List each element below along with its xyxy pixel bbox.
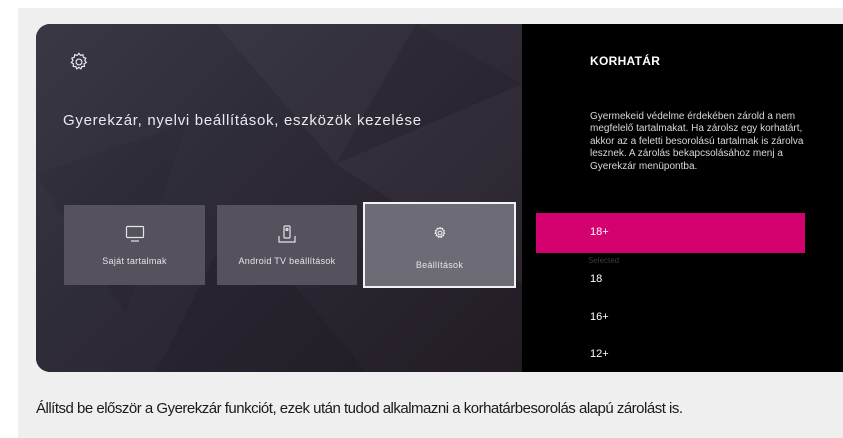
option-label: 18 (590, 273, 603, 285)
android-tv-remote-icon (276, 225, 298, 250)
tv-screen: Gyerekzár, nyelvi beállítások, eszközök … (36, 24, 843, 372)
card-label: Android TV beállítások (238, 256, 336, 266)
option-label: 16+ (590, 311, 609, 323)
side-panel: KORHATÁR Gyermekeid védelme érdekében zá… (522, 24, 843, 372)
card-sajat-tartalmak[interactable]: Saját tartalmak (64, 205, 205, 285)
panel-description: Gyermekeid védelme érdekében zárold a ne… (590, 111, 804, 172)
card-label: Beállítások (415, 260, 464, 270)
gear-icon[interactable] (68, 51, 90, 73)
tv-monitor-icon (125, 225, 145, 248)
page-heading: Gyerekzár, nyelvi beállítások, eszközök … (63, 112, 422, 129)
caption: Állítsd be először a Gyerekzár funkciót,… (36, 400, 683, 417)
card-beallitasok[interactable]: Beállítások (363, 202, 516, 288)
option-18-plus[interactable]: 18+ (536, 213, 805, 253)
background-pattern (36, 124, 366, 372)
card-label: Saját tartalmak (102, 256, 167, 266)
option-label: 12+ (590, 348, 609, 360)
background (36, 24, 522, 372)
option-12-plus[interactable]: 12+ (536, 335, 805, 372)
gear-icon (433, 226, 447, 245)
option-label: 18+ (590, 226, 609, 238)
card-android-tv-beallitasok[interactable]: Android TV beállítások (217, 205, 357, 285)
panel-title: KORHATÁR (590, 54, 661, 68)
selected-overlay: Selected (588, 256, 620, 265)
option-18[interactable]: Selected 18 (536, 253, 805, 293)
option-16-plus[interactable]: 16+ (536, 298, 805, 338)
